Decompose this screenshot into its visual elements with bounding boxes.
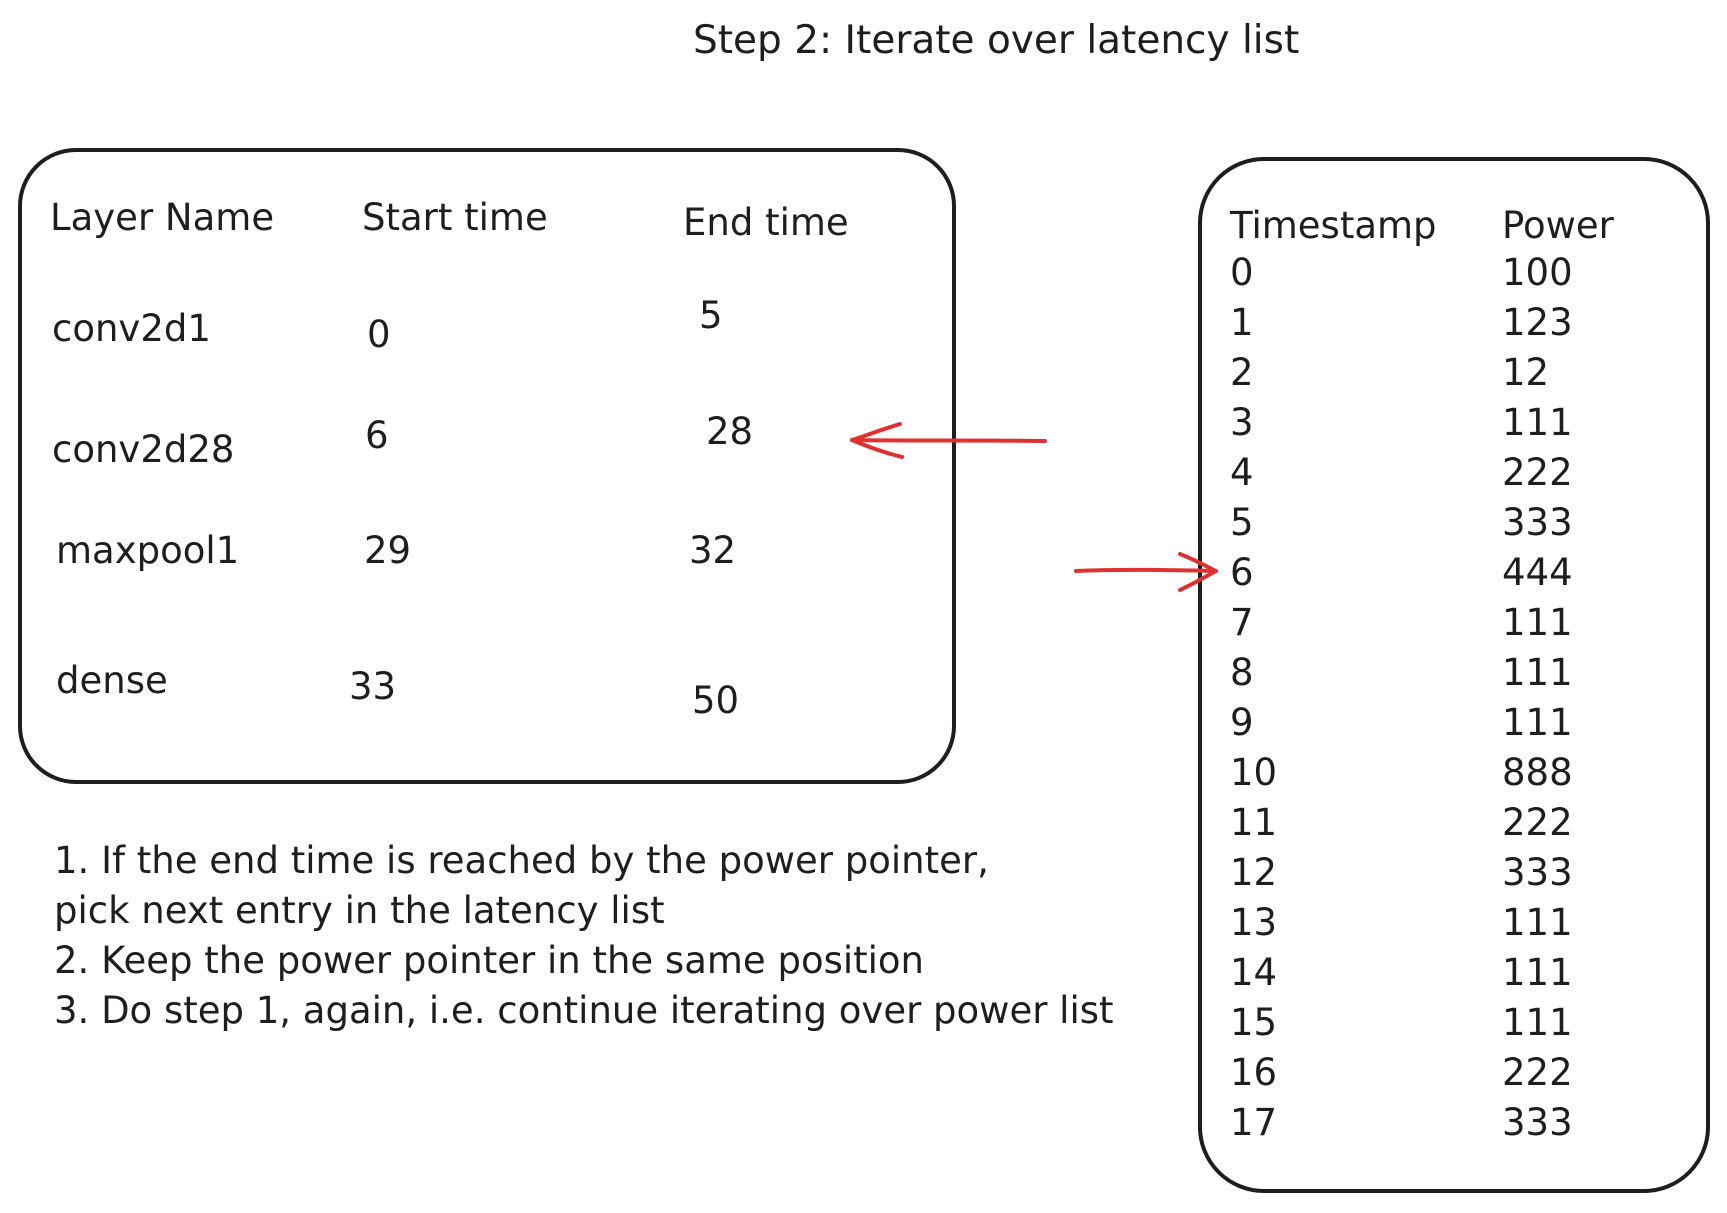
latency-pointer-arrow	[850, 422, 1047, 459]
power-pointer-arrow	[1074, 552, 1218, 592]
pointer-arrows	[850, 422, 1218, 592]
